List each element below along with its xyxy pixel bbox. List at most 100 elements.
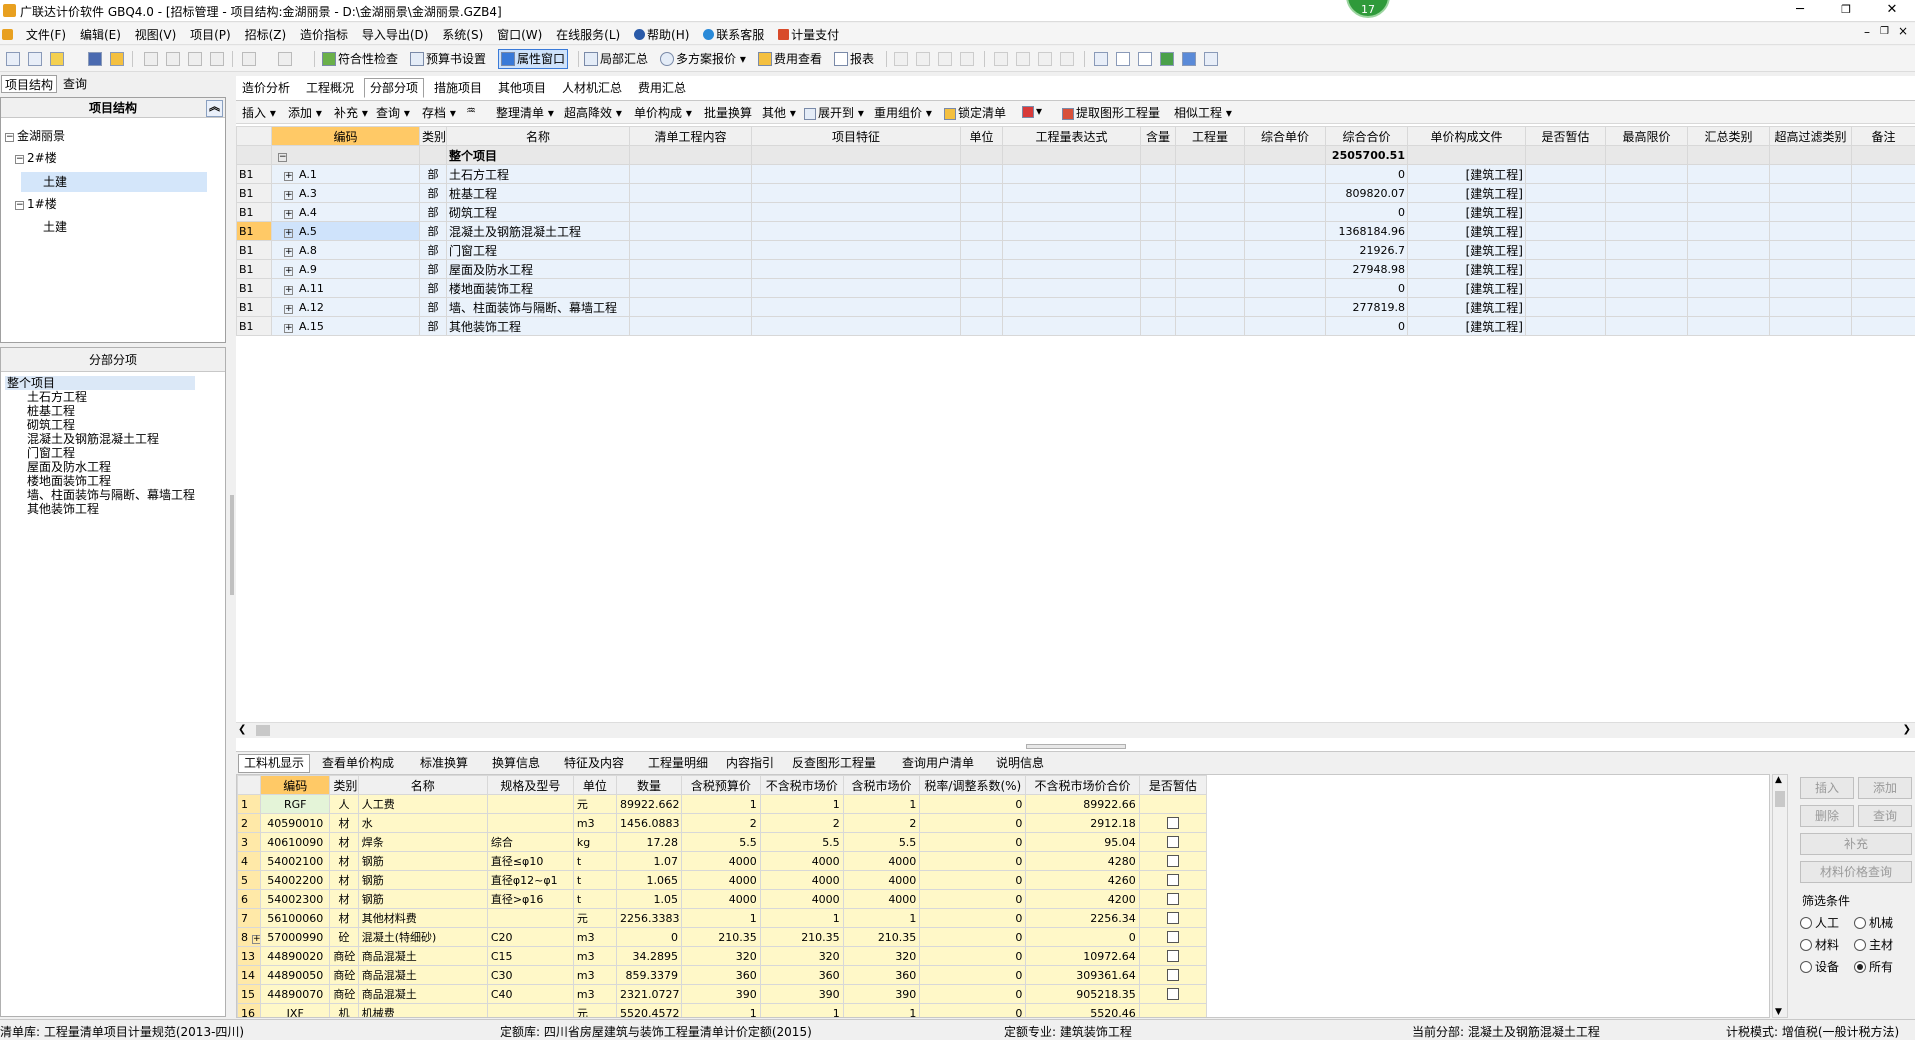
move-right-icon[interactable] [1016, 52, 1030, 66]
filter-equipment-radio[interactable]: 设备 [1800, 958, 1839, 975]
row-name[interactable]: 其他装饰工程 [446, 316, 630, 336]
material-qty[interactable]: 859.3379 [615, 965, 683, 985]
tree-item-civil-1[interactable]: 土建 [43, 219, 67, 235]
add-button[interactable]: 添加 [1858, 777, 1912, 799]
compliance-check-button[interactable]: 符合性检查 [322, 50, 398, 68]
calculator-icon[interactable] [1094, 52, 1108, 66]
material-row[interactable]: 15 44890070 商砼 商品混凝土 C40 m3 2321.0727 390 390 390… [237, 984, 1208, 1004]
close-button[interactable]: ✕ [1869, 0, 1915, 22]
budget-settings-button[interactable]: 预算书设置 [410, 50, 486, 68]
material-provisional[interactable] [1138, 965, 1208, 985]
app-menu-icon[interactable] [0, 25, 17, 45]
material-row[interactable]: 1 RGF 人人工费元 89922.662 1 1 1 0 89922.66 [237, 794, 1208, 814]
material-tax-rate[interactable]: 0 [919, 984, 1027, 1004]
section-item[interactable]: 屋面及防水工程 [5, 460, 195, 474]
material-provisional[interactable] [1138, 946, 1208, 966]
material-market-price[interactable]: 360 [842, 965, 921, 985]
scroll-left-icon[interactable]: ❮ [238, 724, 246, 735]
material-market-price-ex[interactable]: 320 [759, 946, 844, 966]
section-item[interactable]: 墙、柱面装饰与隔断、幕墙工程 [5, 488, 195, 502]
similar-project-dropdown[interactable]: 相似工程 ▾ [1174, 104, 1232, 121]
material-name[interactable]: 钢筋 [357, 889, 488, 909]
material-spec[interactable] [486, 1003, 574, 1017]
expand-toggle[interactable]: + [284, 285, 293, 295]
col-header-list-content[interactable]: 清单工程内容 [629, 126, 752, 146]
material-row[interactable]: 8 +57000990 砼混凝土(特细砂) C20 m3 0 210.35 210.35 210… [237, 927, 1208, 947]
delete-button[interactable]: 删除 [1800, 805, 1854, 827]
material-qty[interactable]: 1.07 [615, 851, 683, 871]
material-spec[interactable]: 直径>φ16 [486, 889, 574, 909]
tab-standard-convert[interactable]: 标准换算 [414, 754, 474, 773]
properties-window-button[interactable]: 属性窗口 [498, 49, 569, 69]
material-market-price-ex[interactable]: 360 [759, 965, 844, 985]
scroll-right-icon[interactable]: ❯ [1903, 724, 1911, 735]
bcol-header-sum[interactable]: 不含税市场价合价 [1025, 775, 1140, 795]
table-row[interactable]: B1 + A.1 部土石方工程 0 [建筑工程] [236, 164, 1915, 184]
row-name[interactable]: 墙、柱面装饰与隔断、幕墙工程 [446, 297, 630, 317]
scroll-thumb[interactable] [256, 725, 270, 736]
material-provisional[interactable] [1138, 889, 1208, 909]
material-tax-rate[interactable]: 0 [919, 908, 1027, 928]
tab-labor-material-machine[interactable]: 人材机汇总 [556, 78, 628, 98]
material-name[interactable]: 钢筋 [357, 870, 488, 890]
table-row[interactable]: B1 + A.12 部墙、柱面装饰与隔断、幕墙工程 277819.8 [建筑工程] [236, 297, 1915, 317]
material-provisional[interactable] [1138, 927, 1208, 947]
tab-project-structure[interactable]: 项目结构 [1, 75, 58, 93]
material-tax-rate[interactable]: 0 [919, 832, 1027, 852]
expand-toggle[interactable]: + [284, 228, 293, 238]
bcol-header-budget-price[interactable]: 含税预算价 [681, 775, 761, 795]
filter-machine-radio[interactable]: 机械 [1854, 914, 1893, 931]
material-market-price[interactable]: 4000 [842, 889, 921, 909]
row-price-file[interactable]: [建筑工程] [1407, 164, 1526, 184]
minimize-button[interactable]: ─ [1777, 0, 1823, 22]
material-code[interactable]: 40610090 [260, 832, 331, 852]
col-header-content[interactable]: 含量 [1140, 126, 1176, 146]
material-market-price-ex[interactable]: 4000 [759, 870, 844, 890]
tab-query-user-list[interactable]: 查询用户清单 [896, 754, 980, 773]
material-code[interactable]: 57000990 [260, 927, 331, 947]
material-code[interactable]: RGF [260, 794, 331, 814]
row-name[interactable]: 土石方工程 [446, 164, 630, 184]
provisional-checkbox[interactable] [1166, 835, 1179, 848]
tab-project-overview[interactable]: 工程概况 [300, 78, 360, 98]
filter-main-material-radio[interactable]: 主材 [1854, 936, 1893, 953]
material-name[interactable]: 焊条 [357, 832, 488, 852]
filter-labor-radio[interactable]: 人工 [1800, 914, 1839, 931]
material-provisional[interactable] [1138, 832, 1208, 852]
tab-fee-summary[interactable]: 费用汇总 [632, 78, 692, 98]
material-provisional[interactable] [1138, 908, 1208, 928]
material-name[interactable]: 其他材料费 [357, 908, 488, 928]
formula-icon[interactable] [1116, 52, 1130, 66]
tab-reverse-graphic-quantity[interactable]: 反查图形工程量 [786, 754, 882, 773]
tab-cost-analysis[interactable]: 造价分析 [236, 78, 296, 98]
material-spec[interactable]: 直径≤φ10 [486, 851, 574, 871]
menu-system[interactable]: 系统(S) [437, 23, 488, 46]
table-row[interactable]: B1 + A.9 部屋面及防水工程 27948.98 [建筑工程] [236, 259, 1915, 279]
move-down-icon[interactable] [1060, 52, 1074, 66]
material-tax-rate[interactable]: 0 [919, 946, 1027, 966]
material-tax-rate[interactable]: 0 [919, 813, 1027, 833]
col-header-summary-type[interactable]: 汇总类别 [1687, 126, 1770, 146]
table-row-total[interactable]: − 整个项目 2505700.51 [236, 145, 1915, 165]
list-icon[interactable] [1204, 52, 1218, 66]
menu-edit[interactable]: 编辑(E) [75, 23, 126, 46]
material-code[interactable]: 40590010 [260, 813, 331, 833]
col-header-quantity-expr[interactable]: 工程量表达式 [1002, 126, 1141, 146]
maximize-button[interactable]: ❐ [1823, 0, 1869, 22]
multi-plan-quote-button[interactable]: 多方案报价 ▾ [660, 50, 746, 68]
material-spec[interactable] [486, 908, 574, 928]
material-qty[interactable]: 1.05 [615, 889, 683, 909]
unit-price-composition-dropdown[interactable]: 单价构成 ▾ [634, 104, 692, 121]
material-tax-rate[interactable]: 0 [919, 870, 1027, 890]
move-up-icon[interactable] [1038, 52, 1052, 66]
bcol-header-provisional[interactable]: 是否暂估 [1138, 775, 1208, 795]
material-code[interactable]: 56100060 [260, 908, 331, 928]
table-row[interactable]: B1 + A.3 部桩基工程 809820.07 [建筑工程] [236, 183, 1915, 203]
query-button[interactable]: 查询 [1858, 805, 1912, 827]
material-name[interactable]: 商品混凝土 [357, 946, 488, 966]
tab-description[interactable]: 说明信息 [990, 754, 1050, 773]
material-tax-rate[interactable]: 0 [919, 889, 1027, 909]
expand-toggle[interactable]: + [284, 190, 293, 200]
collapse-toggle[interactable]: − [278, 152, 287, 162]
material-spec[interactable]: C20 [486, 927, 574, 947]
